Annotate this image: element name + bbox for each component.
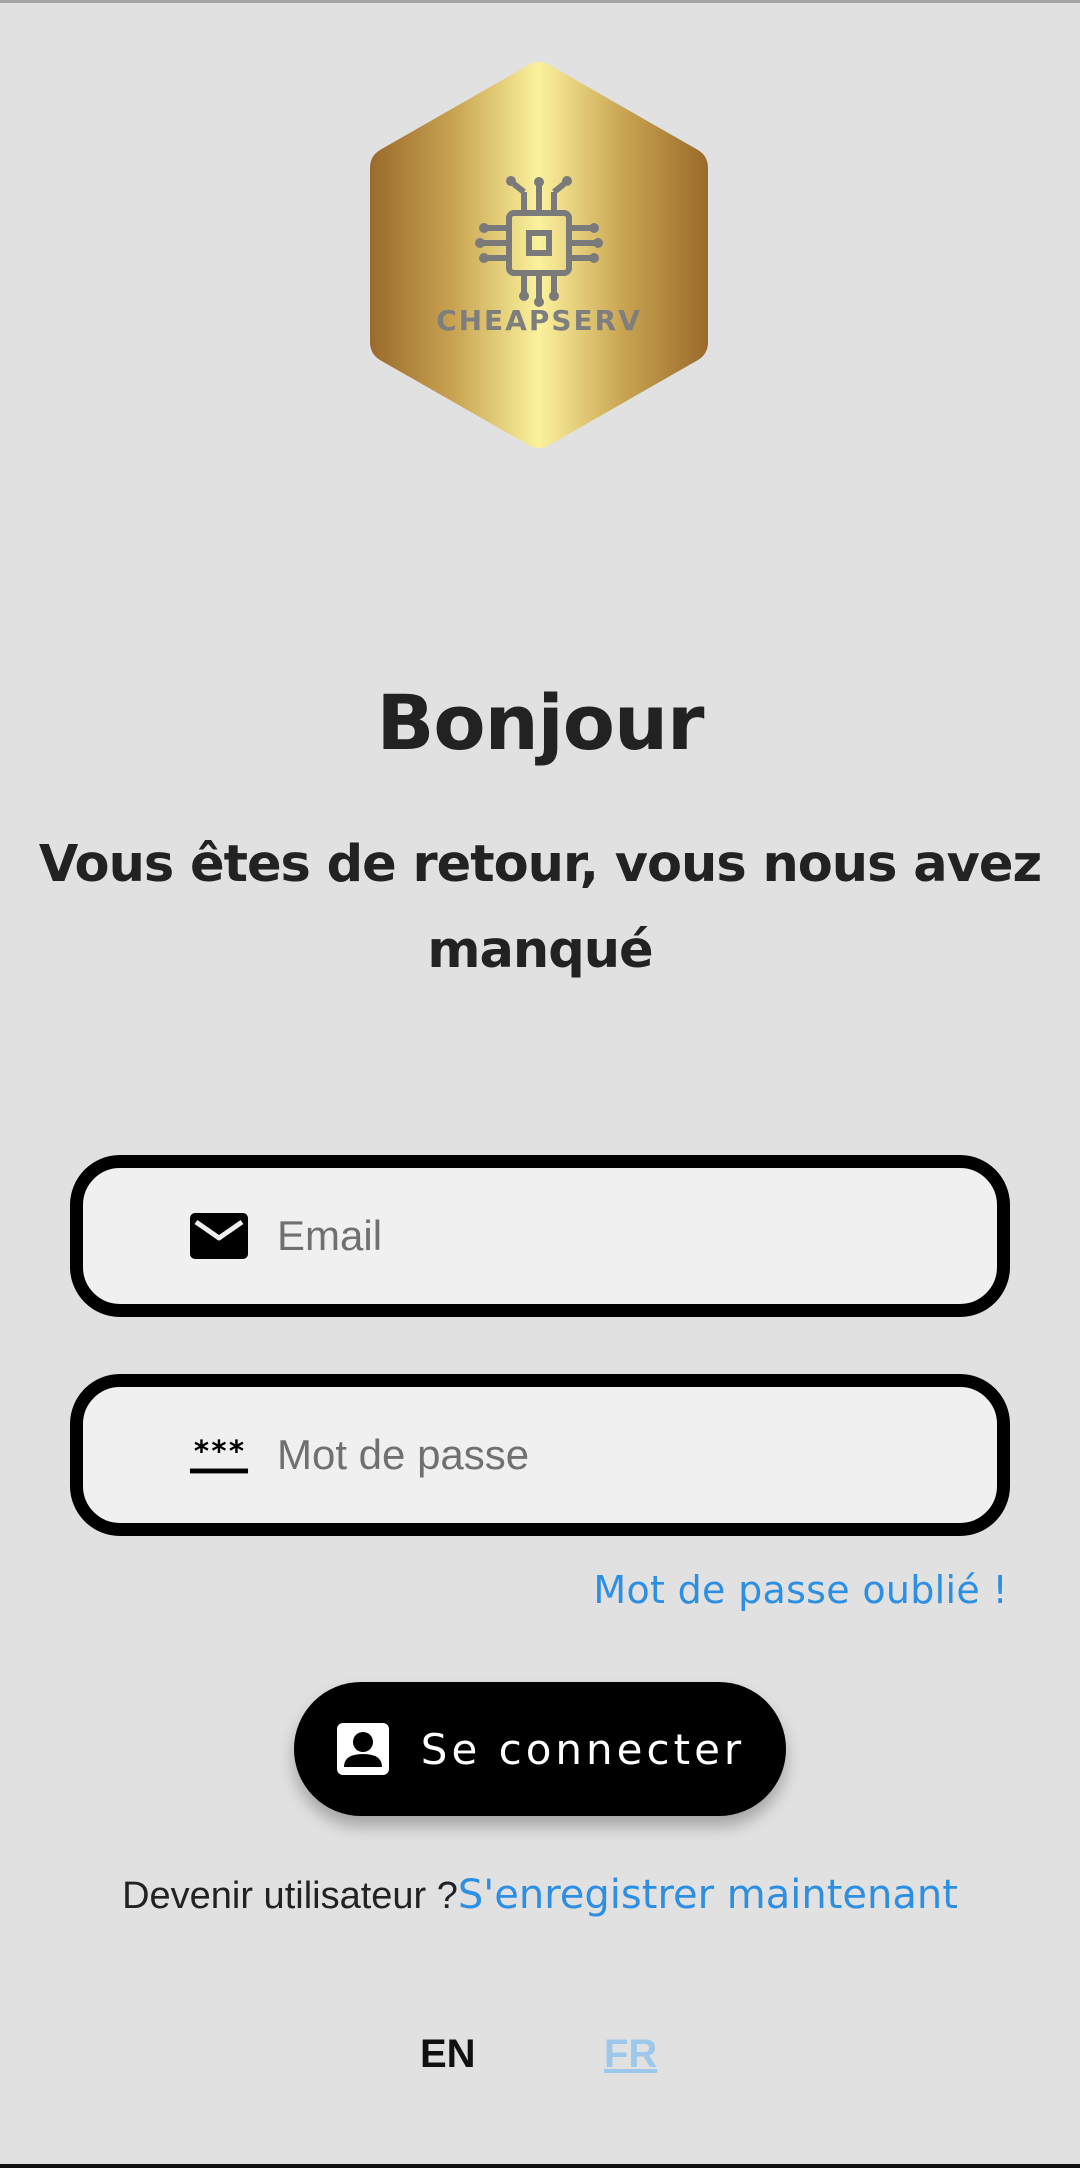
password-field[interactable]: ***	[70, 1374, 1010, 1536]
password-asterisk-icon: ***	[189, 1431, 249, 1479]
cheapserv-logo: CHEAPSERV	[368, 60, 710, 450]
forgot-password-link[interactable]: Mot de passe oublié !	[593, 1568, 1008, 1612]
greeting-title: Bonjour	[376, 678, 704, 767]
account-box-icon	[335, 1721, 391, 1777]
login-button-label: Se connecter	[420, 1724, 746, 1774]
register-link[interactable]: S'enregistrer maintenant	[458, 1872, 958, 1918]
navigation-bar-edge	[0, 2164, 1080, 2168]
password-input[interactable]	[277, 1387, 977, 1523]
register-row: Devenir utilisateur ?S'enregistrer maint…	[0, 1872, 1080, 1918]
hexagon-logo-icon: CHEAPSERV	[370, 62, 708, 448]
logo-text: CHEAPSERV	[436, 304, 642, 337]
welcome-back-subtitle: Vous êtes de retour, vous nous avez manq…	[38, 835, 1042, 980]
svg-text:***: ***	[193, 1435, 245, 1468]
language-en-option[interactable]: EN	[420, 2032, 476, 2077]
email-field[interactable]	[70, 1155, 1010, 1317]
email-input[interactable]	[277, 1168, 977, 1304]
mail-icon	[189, 1212, 249, 1260]
status-bar-edge	[0, 0, 1080, 3]
login-button[interactable]: Se connecter	[294, 1682, 786, 1816]
language-fr-option[interactable]: FR	[604, 2032, 657, 2077]
register-prompt: Devenir utilisateur ?	[122, 1875, 458, 1917]
